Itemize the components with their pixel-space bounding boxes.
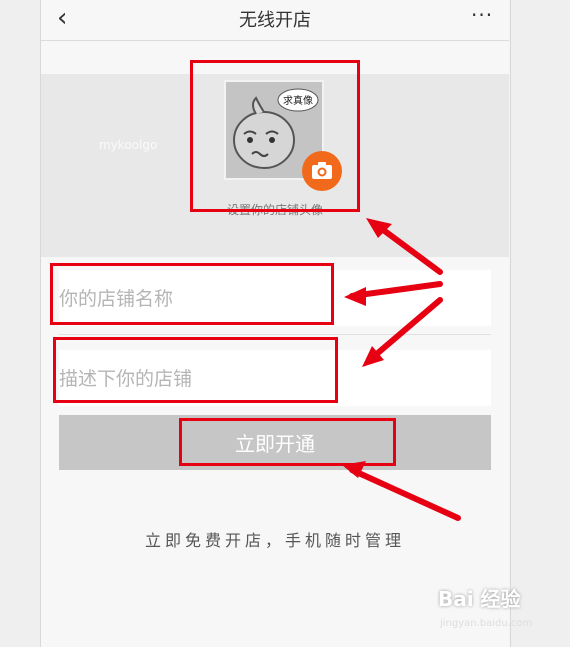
arrow-to-desc <box>369 297 443 361</box>
logo-url: jingyan.baidu.com <box>440 618 533 629</box>
arrow-to-button <box>349 467 461 521</box>
arrow-to-avatar <box>375 223 443 275</box>
baidu-jingyan-logo: Bai 经验 <box>438 587 521 611</box>
annotation-arrows <box>342 218 461 521</box>
